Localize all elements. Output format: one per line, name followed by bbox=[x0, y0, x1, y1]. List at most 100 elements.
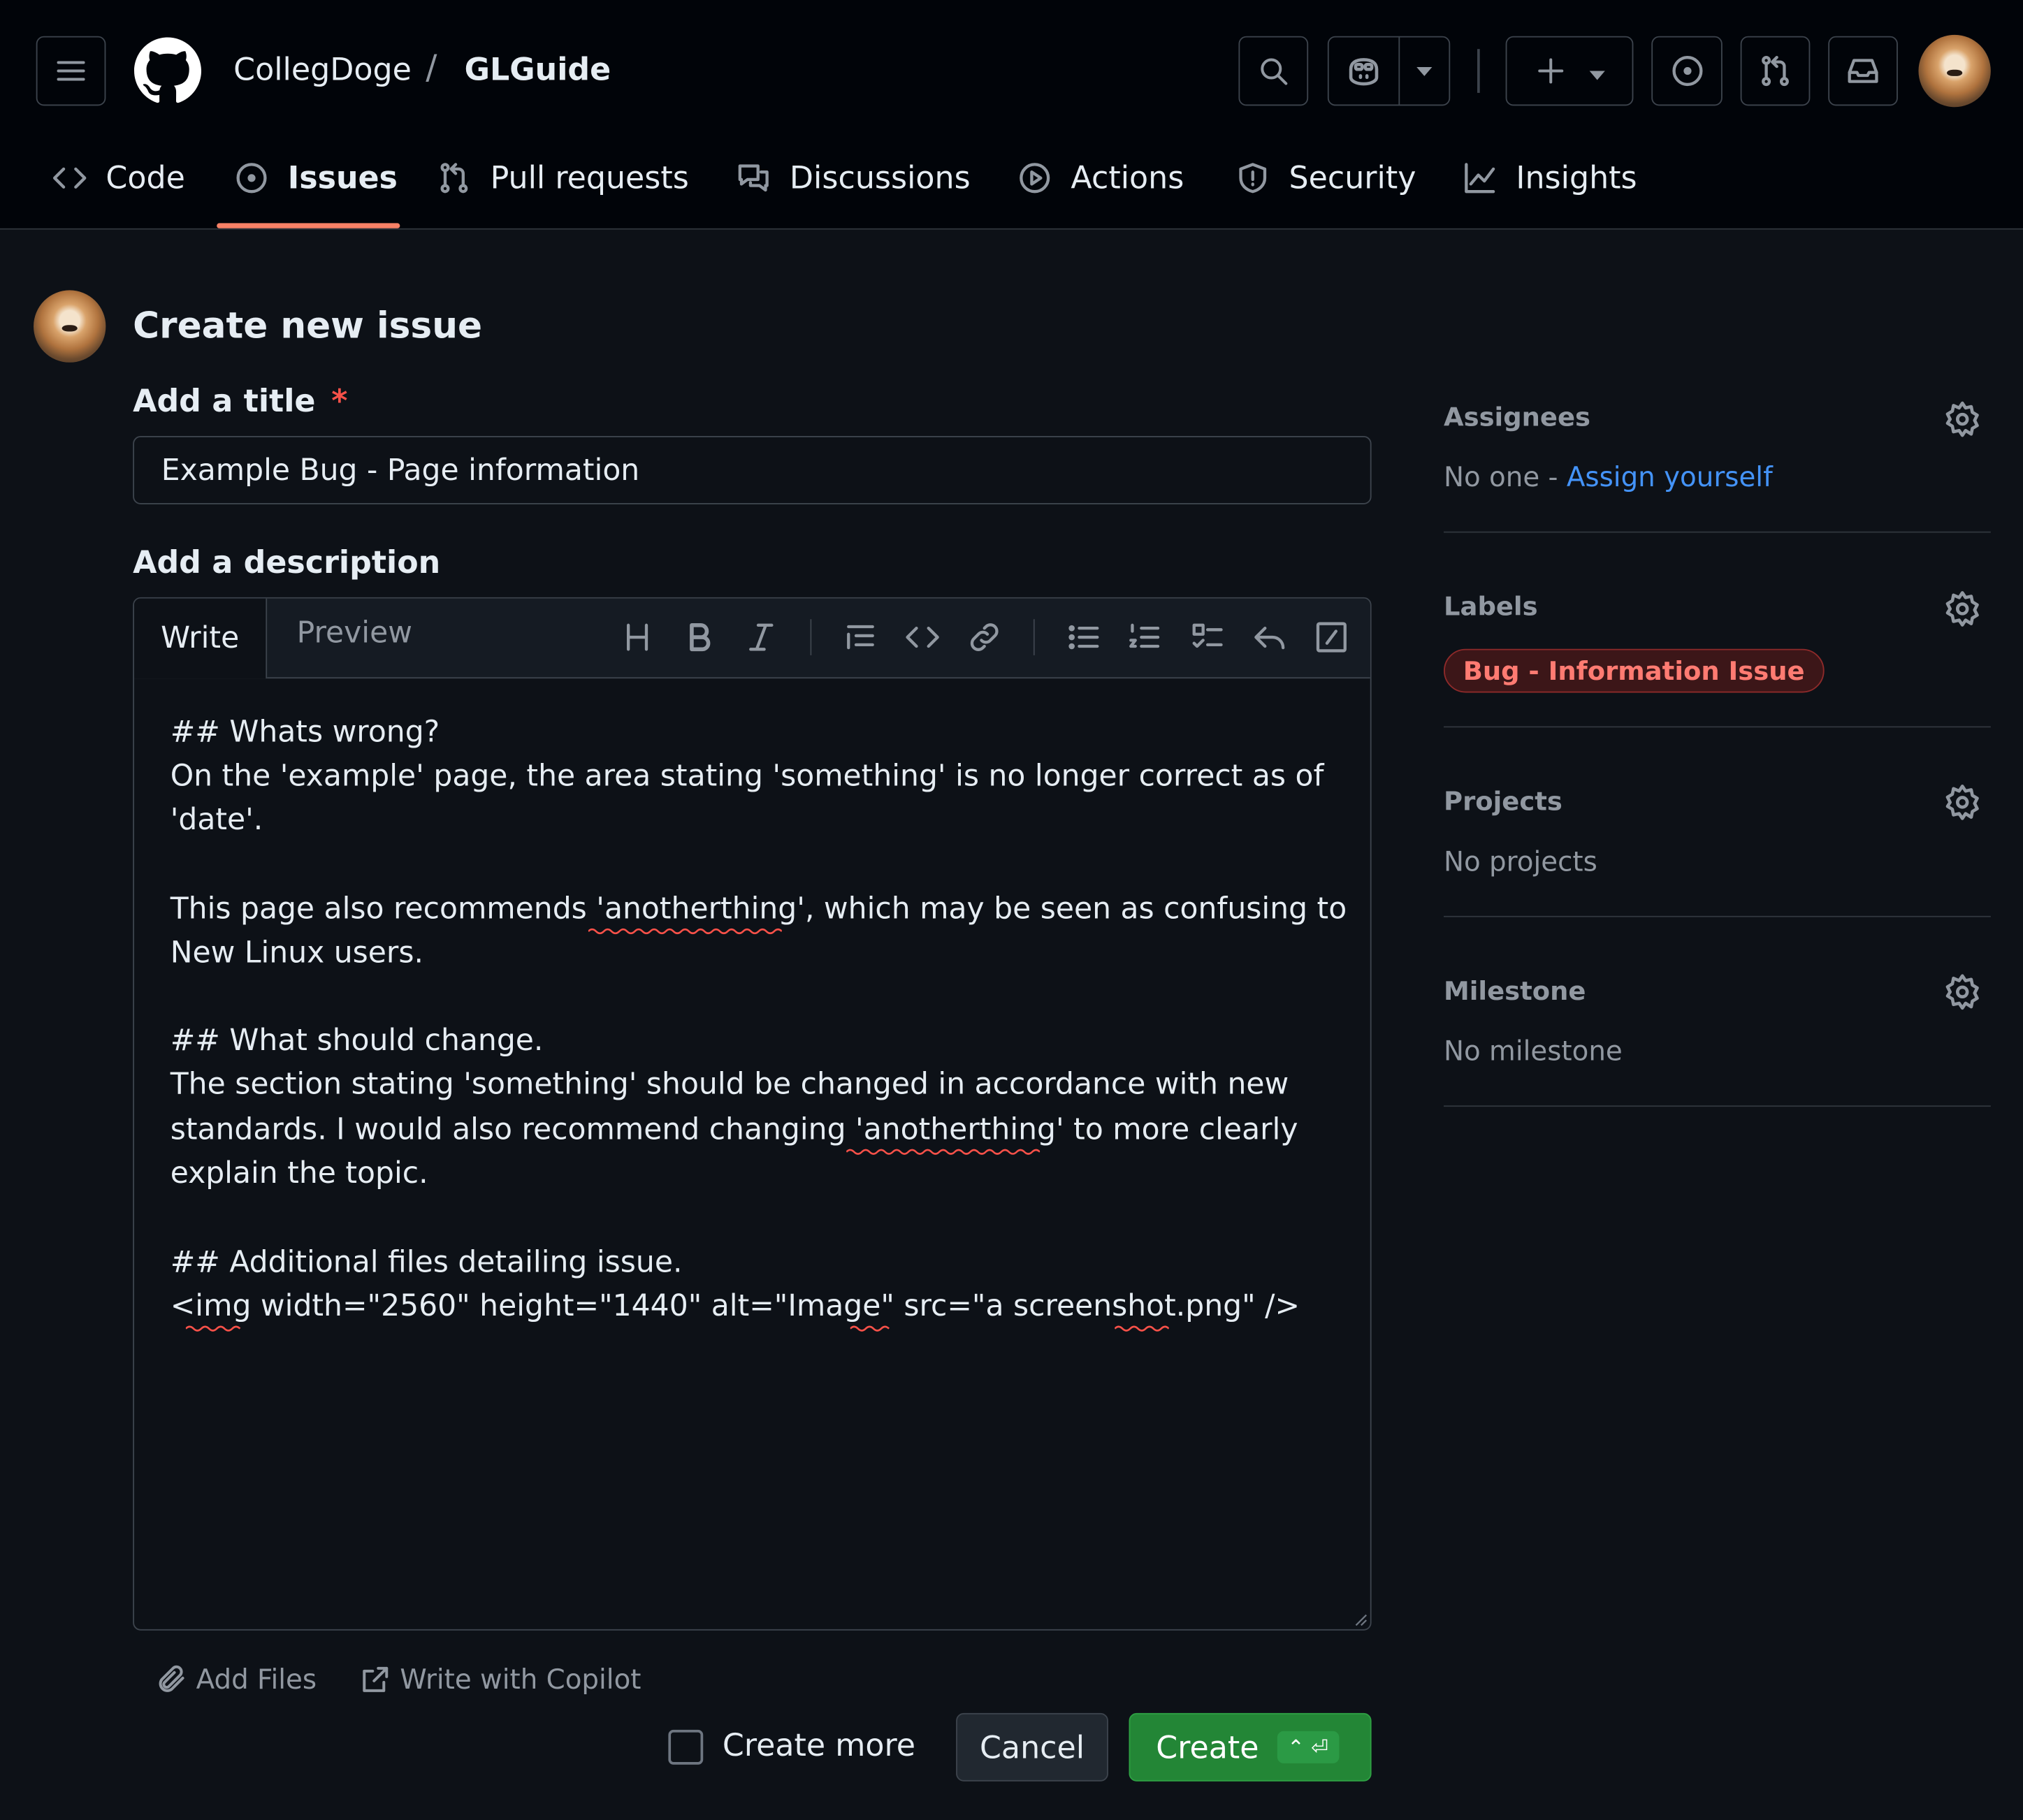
add-files-button[interactable]: Add Files bbox=[155, 1663, 317, 1696]
list-ordered-icon bbox=[1129, 623, 1160, 648]
cancel-label: Cancel bbox=[979, 1728, 1085, 1766]
body-line: ## Whats wrong? bbox=[170, 715, 440, 750]
code-button[interactable] bbox=[902, 617, 943, 658]
pull-requests-button[interactable] bbox=[1740, 36, 1811, 106]
bold-icon bbox=[690, 623, 711, 652]
tab-preview[interactable]: Preview bbox=[297, 617, 412, 650]
spellcheck-underline bbox=[588, 928, 782, 935]
description-textarea[interactable] bbox=[134, 677, 1370, 1629]
tab-issues-label: Issues bbox=[287, 159, 398, 196]
code-icon bbox=[53, 167, 87, 189]
gear-icon bbox=[1945, 785, 1979, 820]
body-line: standards. I would also recommend changi… bbox=[170, 1113, 1298, 1147]
create-new-button[interactable] bbox=[1505, 36, 1634, 106]
issue-opened-icon bbox=[236, 163, 267, 194]
projects-settings-button[interactable] bbox=[1943, 783, 1982, 822]
projects-heading: Projects bbox=[1444, 785, 1562, 817]
assignees-settings-button[interactable] bbox=[1943, 400, 1982, 438]
gear-icon bbox=[1945, 974, 1979, 1010]
tab-pull-requests[interactable]: Pull requests bbox=[436, 145, 689, 212]
bold-button[interactable] bbox=[679, 617, 720, 658]
quote-button[interactable] bbox=[840, 617, 881, 658]
author-avatar bbox=[34, 290, 106, 363]
tab-actions-label: Actions bbox=[1071, 159, 1184, 196]
graph-icon bbox=[1465, 163, 1495, 194]
menu-button[interactable] bbox=[36, 36, 106, 106]
tab-insights[interactable]: Insights bbox=[1462, 145, 1637, 212]
breadcrumb-owner[interactable]: CollegDoge bbox=[233, 52, 412, 88]
body-line: On the 'example' page, the area stating … bbox=[170, 759, 1324, 794]
assign-yourself-link[interactable]: Assign yourself bbox=[1567, 462, 1773, 493]
slash-square-icon bbox=[1316, 622, 1347, 653]
italic-icon bbox=[749, 623, 774, 651]
triangle-down-icon bbox=[1416, 67, 1433, 76]
code-icon bbox=[906, 626, 939, 648]
cancel-button[interactable]: Cancel bbox=[956, 1712, 1108, 1782]
slash-command-button[interactable] bbox=[1311, 617, 1352, 658]
tab-discussions[interactable]: Discussions bbox=[735, 145, 971, 212]
add-files-label: Add Files bbox=[196, 1664, 317, 1696]
issues-button[interactable] bbox=[1651, 36, 1723, 106]
shield-icon bbox=[1239, 163, 1267, 194]
link-external-icon bbox=[363, 1666, 389, 1692]
tab-issues[interactable]: Issues bbox=[233, 145, 398, 212]
create-more-checkbox[interactable] bbox=[668, 1729, 704, 1765]
italic-button[interactable] bbox=[741, 617, 782, 658]
link-button[interactable] bbox=[964, 617, 1005, 658]
tab-preview-label: Preview bbox=[296, 616, 412, 650]
paperclip-icon bbox=[159, 1665, 184, 1692]
description-label: Add a description bbox=[133, 544, 441, 581]
unordered-list-button[interactable] bbox=[1063, 617, 1104, 658]
issue-opened-icon bbox=[1672, 56, 1702, 87]
ordered-list-button[interactable] bbox=[1124, 617, 1165, 658]
title-label-text: Add a title bbox=[133, 383, 316, 420]
inbox-icon bbox=[1848, 59, 1878, 83]
title-input[interactable] bbox=[133, 436, 1372, 504]
copilot-dropdown[interactable] bbox=[1400, 38, 1449, 105]
heading-button[interactable] bbox=[617, 617, 658, 658]
sidebar-divider bbox=[1444, 915, 1991, 917]
search-icon bbox=[1261, 58, 1288, 85]
gear-icon bbox=[1945, 401, 1979, 437]
tab-code-label: Code bbox=[106, 159, 185, 196]
tab-write[interactable]: Write bbox=[134, 598, 268, 679]
assignees-value: No one - Assign yourself bbox=[1444, 462, 1773, 493]
reply-icon bbox=[1254, 626, 1285, 650]
resize-handle-icon[interactable] bbox=[1352, 1611, 1368, 1626]
spellcheck-underline bbox=[846, 1149, 1040, 1155]
git-pull-request-icon bbox=[440, 163, 468, 194]
body-line: explain the topic. bbox=[170, 1157, 428, 1191]
labels-heading: Labels bbox=[1444, 590, 1538, 622]
body-line: ## What should change. bbox=[170, 1024, 544, 1058]
tab-actions[interactable]: Actions bbox=[1017, 145, 1184, 212]
page-title: Create new issue bbox=[133, 304, 483, 347]
milestone-settings-button[interactable] bbox=[1943, 973, 1982, 1011]
undo-button[interactable] bbox=[1249, 617, 1290, 658]
search-button[interactable] bbox=[1238, 36, 1309, 106]
create-more-label[interactable]: Create more bbox=[723, 1727, 915, 1763]
breadcrumb-repo[interactable]: GLGuide bbox=[465, 52, 611, 88]
label-badge-text: Bug - Information Issue bbox=[1463, 655, 1805, 687]
tab-security[interactable]: Security bbox=[1235, 145, 1416, 212]
tab-code[interactable]: Code bbox=[52, 145, 185, 212]
sidebar-divider bbox=[1444, 726, 1991, 728]
inbox-button[interactable] bbox=[1828, 36, 1898, 106]
github-logo-icon[interactable] bbox=[134, 37, 202, 105]
write-with-copilot-button[interactable]: Write with Copilot bbox=[358, 1663, 641, 1696]
gear-icon bbox=[1945, 591, 1979, 627]
toolbar-divider bbox=[810, 619, 812, 655]
body-line: The section stating 'something' should b… bbox=[170, 1068, 1289, 1102]
link-icon bbox=[970, 623, 999, 651]
triangle-down-icon bbox=[1588, 71, 1604, 80]
sidebar-divider bbox=[1444, 531, 1991, 533]
labels-settings-button[interactable] bbox=[1943, 590, 1982, 628]
spellcheck-underline bbox=[185, 1325, 241, 1332]
task-list-button[interactable] bbox=[1187, 617, 1228, 658]
tab-pull-requests-label: Pull requests bbox=[490, 159, 689, 196]
copilot-button[interactable] bbox=[1329, 37, 1400, 105]
user-avatar[interactable] bbox=[1918, 34, 1991, 108]
header-divider bbox=[1477, 49, 1480, 93]
hamburger-icon bbox=[57, 61, 85, 81]
create-button[interactable]: Create ⌃ ⏎ bbox=[1129, 1712, 1372, 1782]
label-badge[interactable]: Bug - Information Issue bbox=[1444, 648, 1825, 693]
